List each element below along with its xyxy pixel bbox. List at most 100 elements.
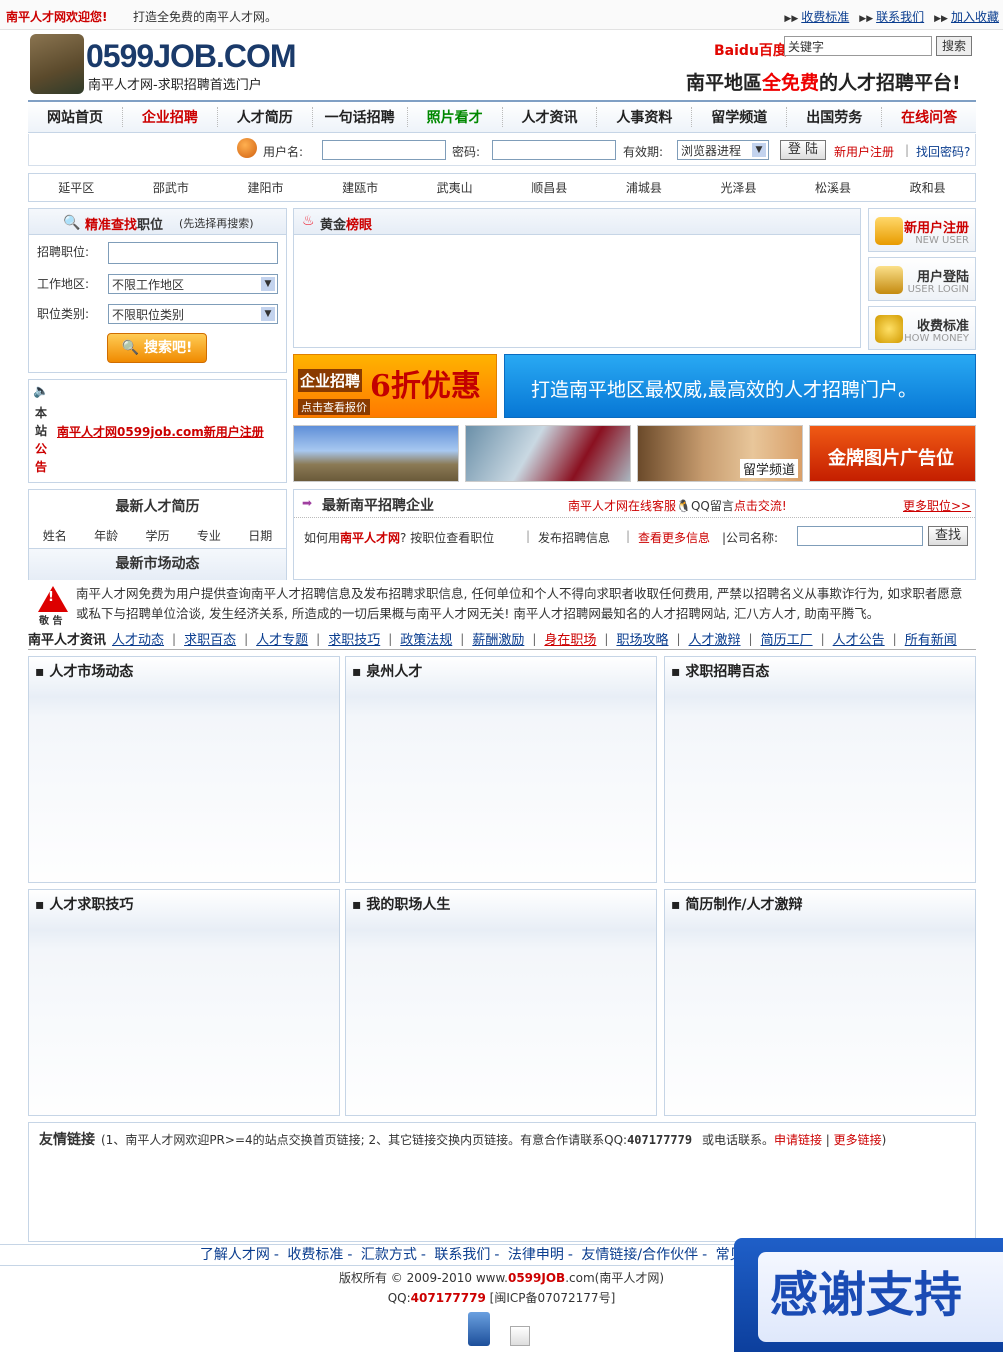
new-user-button[interactable]: 新用户注册 NEW USER — [868, 208, 976, 252]
footer-link[interactable]: 收费标准 — [287, 1247, 343, 1263]
fee-standard-button[interactable]: 收费标准 HOW MONEY — [868, 306, 976, 350]
portal-banner-ad[interactable]: 打造南平地区最权威,最高效的人才招聘门户。 — [504, 354, 976, 418]
news-link[interactable]: 职场攻略 — [616, 629, 668, 648]
news-link[interactable]: 求职百态 — [184, 629, 236, 648]
panel-title: 简历制作/人才激辩 — [685, 897, 803, 913]
search-icon: 🔍 — [63, 215, 81, 231]
photo-ad-pagoda[interactable] — [293, 425, 459, 482]
study-abroad-ad[interactable]: 留学频道 — [637, 425, 803, 482]
keyword-input[interactable]: 关键字 — [784, 36, 932, 56]
footer-link[interactable]: 友情链接/合作伙伴 — [581, 1247, 698, 1263]
area-link[interactable]: 光泽县 — [691, 179, 786, 196]
more-links[interactable]: 更多链接 — [834, 1133, 882, 1147]
nav-resume[interactable]: 人才简历 — [218, 107, 313, 127]
recruit-discount-ad[interactable]: 企业招聘 6折优惠 点击查看报价 — [293, 354, 497, 418]
news-link[interactable]: 所有新闻 — [905, 629, 957, 648]
search-icon: 🔍 — [121, 340, 140, 356]
more-jobs-link[interactable]: 更多职位>> — [903, 497, 971, 514]
search-button[interactable]: 搜索 — [936, 36, 972, 56]
register-link[interactable]: 新用户注册 — [834, 143, 894, 160]
user-login-button[interactable]: 用户登陆 USER LOGIN — [868, 257, 976, 301]
logo-text[interactable]: 0599JOB.COM — [86, 38, 297, 75]
search-go-button[interactable]: 🔍 搜索吧! — [107, 333, 207, 363]
gold-image-ad[interactable]: 金牌图片广告位 — [809, 425, 976, 482]
apply-link[interactable]: 申请链接 — [774, 1133, 822, 1147]
nav-photo[interactable]: 照片看才 — [408, 107, 503, 127]
nav-news[interactable]: 人才资讯 — [503, 107, 598, 127]
area-link[interactable]: 邵武市 — [124, 179, 219, 196]
forgot-password-link[interactable]: 找回密码? — [916, 143, 970, 160]
warning-text: 南平人才网免费为用户提供查询南平人才招聘信息及发布招聘求职信息, 任何单位和个人… — [76, 586, 963, 621]
notice-label: 本站公告 — [35, 406, 48, 474]
contact-link[interactable]: 联系我们 — [876, 10, 924, 24]
news-link[interactable]: 薪酬激励 — [472, 629, 524, 648]
category-select[interactable]: 不限职位类别 ▼ — [108, 304, 278, 324]
coins-icon — [875, 315, 903, 343]
fire-icon: ♨ — [302, 213, 315, 229]
username-label: 用户名: — [263, 145, 304, 159]
notice-item[interactable]: 南平人才网0599job.com新用户注册 — [57, 423, 264, 440]
fee-standard-link[interactable]: 收费标准 — [801, 10, 849, 24]
area-link[interactable]: 松溪县 — [786, 179, 881, 196]
password-input[interactable] — [492, 140, 616, 160]
nav-labor[interactable]: 出国劳务 — [787, 107, 883, 127]
area-link[interactable]: 建阳市 — [218, 179, 313, 196]
arrow-icon: ➡ — [302, 496, 313, 510]
more-info-link[interactable]: 查看更多信息 — [638, 529, 710, 546]
area-link[interactable]: 政和县 — [880, 179, 975, 196]
nav-hr-docs[interactable]: 人事资料 — [597, 107, 693, 127]
photo-ad-car[interactable] — [465, 425, 631, 482]
area-link[interactable]: 武夷山 — [407, 179, 502, 196]
login-button[interactable]: 登 陆 — [780, 140, 826, 160]
nav-recruit[interactable]: 企业招聘 — [123, 107, 218, 127]
news-link[interactable]: 人才公告 — [833, 629, 885, 648]
nav-qa[interactable]: 在线问答 — [882, 107, 976, 127]
news-link[interactable]: 身在职场 — [544, 629, 596, 648]
nav-study-abroad[interactable]: 留学频道 — [692, 107, 788, 127]
footer-link[interactable]: 法律申明 — [508, 1247, 564, 1263]
cnzz-stats-icon[interactable] — [510, 1326, 530, 1346]
panel-title: 我的职场人生 — [366, 897, 451, 913]
footer-link[interactable]: 汇款方式 — [361, 1247, 417, 1263]
search-hint: (先选择再搜索) — [179, 217, 254, 230]
news-link[interactable]: 人才动态 — [112, 629, 164, 648]
region-select[interactable]: 不限工作地区 ▼ — [108, 274, 278, 294]
logo-image[interactable] — [30, 34, 84, 94]
area-link[interactable]: 延平区 — [29, 179, 124, 196]
news-panel: ▪ 人才求职技巧 — [28, 889, 340, 1116]
area-link[interactable]: 浦城县 — [597, 179, 692, 196]
footer-link[interactable]: 了解人才网 — [200, 1247, 270, 1263]
find-button[interactable]: 查找 — [928, 526, 968, 546]
news-link[interactable]: 求职技巧 — [328, 629, 380, 648]
username-input[interactable] — [322, 140, 446, 160]
nav-one-line[interactable]: 一句话招聘 — [313, 107, 408, 127]
resume-columns: 姓名 年龄 学历 专业 日期 — [42, 529, 273, 543]
region-label: 工作地区: — [37, 277, 90, 291]
position-input[interactable] — [108, 242, 278, 264]
thanks-float-ad[interactable]: 感谢支持 — [734, 1238, 1003, 1352]
area-link[interactable]: 建瓯市 — [313, 179, 408, 196]
news-link[interactable]: 人才激辩 — [689, 629, 741, 648]
validity-select[interactable]: 浏览器进程 ▼ — [677, 140, 769, 160]
online-service[interactable]: 南平人才网在线客服🐧QQ留言点击交流! — [568, 497, 787, 514]
area-link[interactable]: 顺昌县 — [502, 179, 597, 196]
warning-label: 敬 告 — [39, 616, 63, 627]
site-notice: 🔈 本站公告 南平人才网0599job.com新用户注册 — [28, 379, 287, 483]
bookmark-link[interactable]: 加入收藏 — [951, 10, 999, 24]
latest-companies: ➡ 最新南平招聘企业 南平人才网在线客服🐧QQ留言点击交流! 更多职位>> 如何… — [293, 489, 976, 580]
news-link[interactable]: 简历工厂 — [761, 629, 813, 648]
friend-links: 友情链接 (1、南平人才网欢迎PR>=4的站点交换首页链接; 2、其它链接交换内页… — [28, 1122, 976, 1242]
company-name-input[interactable] — [797, 526, 923, 546]
area-bar: 延平区 邵武市 建阳市 建瓯市 武夷山 顺昌县 浦城县 光泽县 松溪县 政和县 — [28, 173, 976, 202]
login-bar: 用户名: 密码: 有效期: 浏览器进程 ▼ 登 陆 新用户注册 | 找回密码? — [28, 134, 976, 166]
banner-slogan: 南平地區全免费的人才招聘平台! — [686, 72, 961, 94]
nav-home[interactable]: 网站首页 — [28, 107, 123, 127]
news-panel: ▪ 泉州人才 — [345, 656, 657, 883]
publish-link[interactable]: 发布招聘信息 — [538, 529, 610, 546]
news-link[interactable]: 政策法规 — [400, 629, 452, 648]
police-badge-icon[interactable] — [468, 1312, 490, 1346]
news-link[interactable]: 人才专题 — [256, 629, 308, 648]
speaker-icon: 🔈 — [33, 384, 50, 399]
panel-title: 求职招聘百态 — [685, 664, 770, 680]
footer-link[interactable]: 联系我们 — [434, 1247, 490, 1263]
